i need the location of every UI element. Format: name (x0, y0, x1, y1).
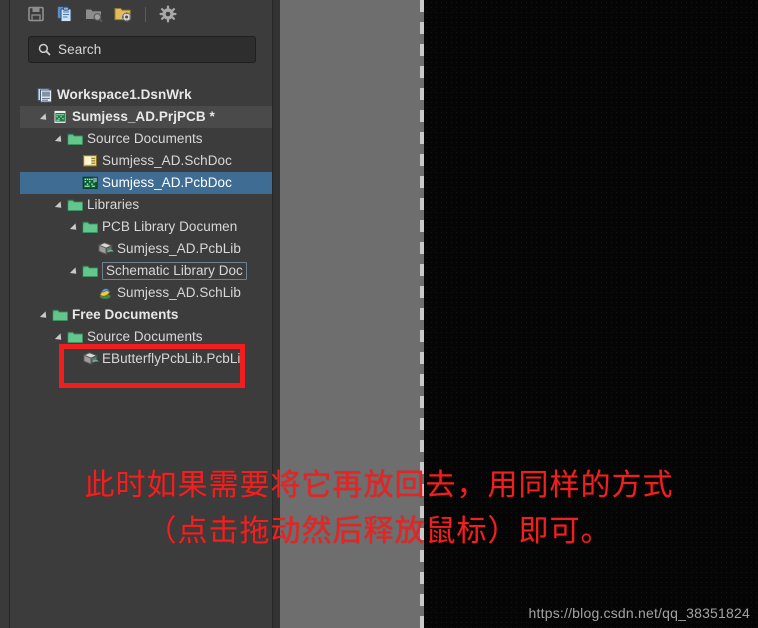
projects-panel: Search Workspace1.DsnWrk Sumjess_AD.PrjPC… (10, 0, 273, 628)
expand-collapse-arrow-icon[interactable] (71, 216, 82, 238)
dock-edge-strip (0, 0, 10, 628)
expand-collapse-arrow-icon[interactable] (56, 326, 67, 348)
tree-item[interactable]: EButterflyPcbLib.PcbLi (20, 348, 272, 370)
tree-arrow-spacer (71, 172, 82, 194)
tree-arrow-spacer (71, 150, 82, 172)
project-pcb-icon (52, 109, 69, 125)
schlib-icon (97, 285, 114, 301)
tree-item[interactable]: Workspace1.DsnWrk (20, 84, 272, 106)
tree-item[interactable]: Sumjess_AD.PcbDoc (20, 172, 272, 194)
tree-item[interactable]: Source Documents (20, 326, 272, 348)
tree-item-label: Source Documents (87, 131, 203, 147)
tree-item-label: Sumjess_AD.PrjPCB * (72, 109, 215, 125)
tree-arrow-spacer (71, 348, 82, 370)
tree-item[interactable]: Libraries (20, 194, 272, 216)
search-placeholder: Search (58, 41, 102, 57)
tree-item-label: Sumjess_AD.PcbLib (117, 241, 241, 257)
tree-item[interactable]: Sumjess_AD.PcbLib (20, 238, 272, 260)
expand-collapse-arrow-icon[interactable] (41, 106, 52, 128)
folder-search-icon[interactable] (84, 4, 104, 24)
tree-item-label: Workspace1.DsnWrk (57, 87, 192, 103)
tree-item[interactable]: Sumjess_AD.SchLib (20, 282, 272, 304)
expand-collapse-arrow-icon[interactable] (56, 128, 67, 150)
toolbar-separator (145, 6, 146, 22)
documents-icon[interactable] (55, 4, 75, 24)
floating-panel-overlay (280, 0, 420, 628)
folder-options-icon[interactable] (113, 4, 133, 24)
tree-item-label: PCB Library Documen (102, 219, 238, 235)
save-icon[interactable] (26, 4, 46, 24)
folder-icon (82, 219, 99, 235)
gear-icon[interactable] (158, 4, 178, 24)
folder-icon (82, 263, 99, 279)
schdoc-icon (82, 153, 99, 169)
expand-collapse-arrow-icon[interactable] (56, 194, 67, 216)
tree-item-label: EButterflyPcbLib.PcbLi (102, 351, 241, 367)
tree-item-label: Free Documents (72, 307, 179, 323)
workspace-icon (37, 87, 54, 103)
pcb-editor-canvas[interactable] (424, 0, 758, 628)
expand-collapse-arrow-icon[interactable] (71, 260, 82, 282)
pcblib-icon (97, 241, 114, 257)
search-icon (38, 43, 51, 56)
tree-arrow-spacer (86, 238, 97, 260)
tree-item-label: Sumjess_AD.PcbDoc (102, 175, 232, 191)
pcblib-icon (82, 351, 99, 367)
tree-item[interactable]: PCB Library Documen (20, 216, 272, 238)
folder-icon (67, 197, 84, 213)
vertical-scrollbar[interactable] (420, 0, 424, 628)
tree-item[interactable]: Source Documents (20, 128, 272, 150)
panel-toolbar (10, 0, 272, 28)
tree-item[interactable]: Schematic Library Doc (20, 260, 272, 282)
tree-arrow-spacer (26, 84, 37, 106)
project-tree: Workspace1.DsnWrk Sumjess_AD.PrjPCB * Sour… (20, 84, 272, 370)
tree-item-label: Sumjess_AD.SchDoc (102, 153, 232, 169)
pcbdoc-icon (82, 175, 99, 191)
tree-item-label: Schematic Library Doc (102, 262, 247, 280)
tree-arrow-spacer (86, 282, 97, 304)
tree-item-label: Sumjess_AD.SchLib (117, 285, 241, 301)
tree-item[interactable]: Sumjess_AD.PrjPCB * (20, 106, 272, 128)
tree-item[interactable]: Sumjess_AD.SchDoc (20, 150, 272, 172)
tree-item[interactable]: Free Documents (20, 304, 272, 326)
expand-collapse-arrow-icon[interactable] (41, 304, 52, 326)
search-input[interactable]: Search (28, 36, 256, 63)
folder-icon (52, 307, 69, 323)
folder-icon (67, 329, 84, 345)
tree-item-label: Source Documents (87, 329, 203, 345)
tree-item-label: Libraries (87, 197, 140, 213)
folder-icon (67, 131, 84, 147)
